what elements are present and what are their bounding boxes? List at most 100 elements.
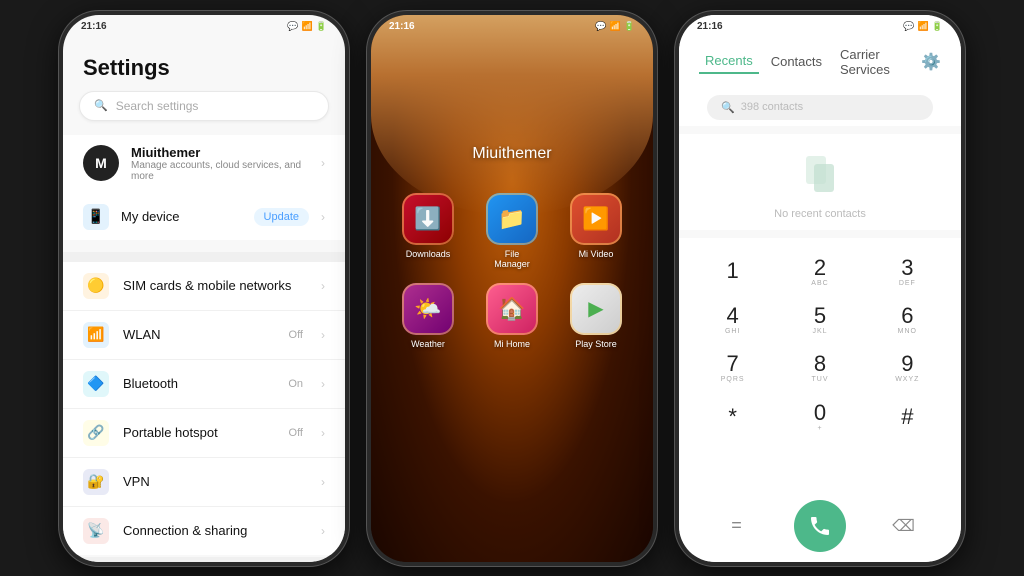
battery-icon: 🔋 — [316, 21, 327, 32]
search-icon-dialer: 🔍 — [721, 101, 735, 114]
vpn-label: VPN — [123, 474, 307, 489]
time-2: 21:16 — [389, 21, 415, 32]
bluetooth-icon: 🔷 — [83, 371, 109, 397]
filemanager-icon-wrap: 📁 — [486, 193, 538, 245]
bluetooth-chevron — [321, 377, 325, 391]
avatar: M — [83, 145, 119, 181]
status-bar-3: 21:16 💬 📶 🔋 — [679, 15, 961, 36]
profile-chevron — [321, 156, 325, 170]
hotspot-chevron — [321, 426, 325, 440]
key-0[interactable]: 0 + — [776, 393, 863, 441]
key-8[interactable]: 8 TUV — [776, 344, 863, 392]
bluetooth-value: On — [288, 378, 303, 390]
key-hash[interactable]: # — [864, 393, 951, 441]
app-playstore[interactable]: ▶ Play Store — [561, 283, 631, 349]
settings-item-connection[interactable]: 📡 Connection & sharing — [63, 507, 345, 555]
signal-icon: 📶 — [302, 21, 313, 32]
no-recents-section: No recent contacts — [679, 134, 961, 230]
weather-label: Weather — [411, 339, 445, 349]
key-7[interactable]: 7 PQRS — [689, 344, 776, 392]
connection-chevron — [321, 524, 325, 538]
backspace-key[interactable]: ⌫ — [892, 516, 915, 536]
connection-label: Connection & sharing — [123, 523, 307, 538]
app-mivideo[interactable]: ▶️ Mi Video — [561, 193, 631, 269]
playstore-icon-wrap: ▶ — [570, 283, 622, 335]
tab-recents[interactable]: Recents — [699, 49, 759, 74]
mihome-label: Mi Home — [494, 339, 530, 349]
tab-carrier[interactable]: Carrier Services — [834, 43, 915, 81]
battery-icon-2: 🔋 — [624, 21, 635, 32]
vpn-chevron — [321, 475, 325, 489]
connection-icon: 📡 — [83, 518, 109, 544]
time-3: 21:16 — [697, 21, 723, 32]
status-icons-1: 💬 📶 🔋 — [287, 21, 327, 32]
key-star[interactable]: * — [689, 393, 776, 441]
app-grid: ⬇️ Downloads 📁 FileManager — [393, 193, 631, 349]
home-content: Miuithemer ⬇️ Downloads 📁 — [371, 15, 653, 562]
key-9[interactable]: 9 WXYZ — [864, 344, 951, 392]
app-filemanager[interactable]: 📁 FileManager — [477, 193, 547, 269]
profile-item[interactable]: M Miuithemer Manage accounts, cloud serv… — [63, 135, 345, 192]
msg-icon-3: 💬 — [903, 21, 914, 32]
sim-chevron — [321, 279, 325, 293]
hotspot-icon: 🔗 — [83, 420, 109, 446]
key-4[interactable]: 4 GHI — [689, 296, 776, 344]
playstore-label: Play Store — [575, 339, 617, 349]
profile-section: M Miuithemer Manage accounts, cloud serv… — [63, 135, 345, 240]
key-2[interactable]: 2 ABC — [776, 248, 863, 296]
gear-icon[interactable]: ⚙️ — [921, 52, 941, 72]
settings-item-vpn[interactable]: 🔐 VPN — [63, 458, 345, 507]
device-icon: 📱 — [83, 204, 109, 230]
phones-container: 21:16 💬 📶 🔋 Settings 🔍 Search settings M — [49, 1, 975, 576]
settings-item-hotspot[interactable]: 🔗 Portable hotspot Off — [63, 409, 345, 458]
home-app-label: Miuithemer — [472, 145, 551, 163]
key-5[interactable]: 5 JKL — [776, 296, 863, 344]
app-downloads[interactable]: ⬇️ Downloads — [393, 193, 463, 269]
downloads-icon-wrap: ⬇️ — [402, 193, 454, 245]
profile-sub: Manage accounts, cloud services, and mor… — [131, 160, 309, 182]
call-btn-row: = ⌫ — [679, 496, 961, 562]
dialer-search-bar[interactable]: 🔍 398 contacts — [707, 95, 933, 120]
phone-home: 21:16 💬 📶 🔋 Miuithemer ⬇️ — [367, 11, 657, 566]
call-button[interactable] — [794, 500, 846, 552]
settings-search-bar[interactable]: 🔍 Search settings — [79, 91, 329, 121]
msg-icon-2: 💬 — [595, 21, 606, 32]
bluetooth-label: Bluetooth — [123, 376, 274, 391]
tab-contacts[interactable]: Contacts — [765, 50, 828, 73]
profile-name: Miuithemer — [131, 145, 309, 160]
filemanager-label: FileManager — [494, 249, 530, 269]
device-label: My device — [121, 209, 242, 224]
time-1: 21:16 — [81, 21, 107, 32]
key-6[interactable]: 6 MNO — [864, 296, 951, 344]
wlan-chevron — [321, 328, 325, 342]
status-icons-2: 💬 📶 🔋 — [595, 21, 635, 32]
settings-item-bluetooth[interactable]: 🔷 Bluetooth On — [63, 360, 345, 409]
update-badge[interactable]: Update — [254, 208, 309, 226]
settings-item-sim[interactable]: 🟡 SIM cards & mobile networks — [63, 262, 345, 311]
equals-key[interactable]: = — [731, 515, 742, 536]
app-mihome[interactable]: 🏠 Mi Home — [477, 283, 547, 349]
vpn-icon: 🔐 — [83, 469, 109, 495]
phone-dialer: 21:16 💬 📶 🔋 Recents Contacts Carrier Ser… — [675, 11, 965, 566]
phone-settings: 21:16 💬 📶 🔋 Settings 🔍 Search settings M — [59, 11, 349, 566]
dialer-tabs: Recents Contacts Carrier Services ⚙️ — [695, 43, 945, 89]
status-bar-1: 21:16 💬 📶 🔋 — [63, 15, 345, 36]
status-icons-3: 💬 📶 🔋 — [903, 21, 943, 32]
signal-icon-3: 📶 — [918, 21, 929, 32]
downloads-label: Downloads — [406, 249, 451, 259]
battery-icon-3: 🔋 — [932, 21, 943, 32]
no-recents-icon — [800, 154, 840, 202]
network-section: 🟡 SIM cards & mobile networks 📶 WLAN Off… — [63, 262, 345, 555]
app-weather[interactable]: 🌤️ Weather — [393, 283, 463, 349]
no-recents-text: No recent contacts — [774, 208, 866, 220]
msg-icon: 💬 — [287, 21, 298, 32]
signal-icon-2: 📶 — [610, 21, 621, 32]
key-1[interactable]: 1 — [689, 248, 776, 296]
wlan-value: Off — [289, 329, 303, 341]
keypad: 1 2 ABC 3 DEF 4 GHI 5 JKL — [679, 238, 961, 496]
hotspot-value: Off — [289, 427, 303, 439]
key-3[interactable]: 3 DEF — [864, 248, 951, 296]
settings-item-wlan[interactable]: 📶 WLAN Off — [63, 311, 345, 360]
device-item[interactable]: 📱 My device Update — [63, 194, 345, 240]
profile-info: Miuithemer Manage accounts, cloud servic… — [131, 145, 309, 182]
